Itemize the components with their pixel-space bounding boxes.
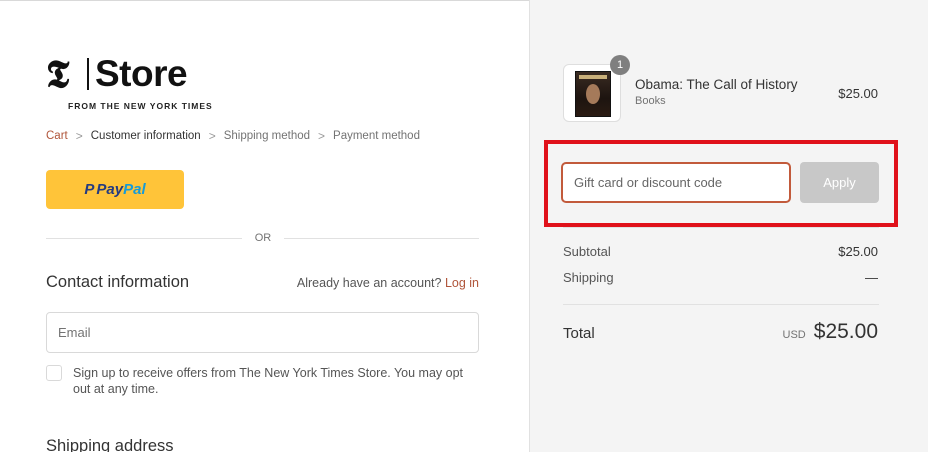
shipping-address-heading: Shipping address — [46, 437, 174, 452]
apply-discount-button[interactable]: Apply — [800, 162, 879, 203]
shipping-value: — — [865, 270, 878, 285]
paypal-button[interactable]: P PayPal — [46, 170, 184, 209]
subtotal-label: Subtotal — [563, 244, 611, 259]
account-prompt: Already have an account? Log in — [297, 276, 479, 290]
quantity-badge: 1 — [610, 55, 630, 75]
subtotal-value: $25.00 — [838, 244, 878, 259]
or-divider-right — [284, 238, 479, 239]
paypal-pay-text: Pay — [96, 181, 124, 198]
chevron-right-icon: > — [208, 129, 216, 143]
account-prompt-text: Already have an account? — [296, 276, 442, 290]
chevron-right-icon: > — [75, 129, 83, 143]
store-logo[interactable]: 𝕿 Store FROM THE NEW YORK TIMES — [46, 55, 226, 115]
chevron-right-icon: > — [318, 129, 326, 143]
currency-code: USD — [782, 329, 806, 341]
breadcrumb-cart[interactable]: Cart — [46, 130, 68, 142]
or-divider-left — [46, 238, 242, 239]
order-summary-sidebar: 1 Obama: The Call of History Books $25.0… — [529, 0, 928, 452]
logo-separator — [87, 58, 89, 90]
product-price: $25.00 — [838, 86, 878, 101]
paypal-pal-text: Pal — [123, 181, 146, 198]
total-amount: $25.00 — [813, 320, 878, 343]
book-cover-icon — [575, 71, 611, 117]
total-price: USD $25.00 — [783, 320, 878, 344]
summary-divider-bottom — [563, 304, 879, 305]
offers-checkbox[interactable] — [46, 365, 62, 381]
nyt-t-logo-icon: 𝕿 — [46, 51, 70, 96]
shipping-label: Shipping — [563, 270, 614, 285]
email-field[interactable] — [46, 312, 479, 353]
or-label: OR — [254, 232, 272, 244]
offers-label: Sign up to receive offers from The New Y… — [73, 366, 464, 396]
product-thumbnail — [563, 64, 621, 122]
paypal-wordmark: PayPal — [96, 181, 145, 198]
summary-divider-top — [563, 227, 879, 228]
logo-wordmark: Store — [95, 53, 188, 94]
breadcrumb-customer-information: Customer information — [90, 130, 201, 142]
product-category: Books — [635, 95, 666, 107]
paypal-icon: P — [84, 181, 95, 198]
logo-subtitle: FROM THE NEW YORK TIMES — [68, 101, 213, 111]
product-name: Obama: The Call of History — [635, 77, 798, 92]
login-link[interactable]: Log in — [445, 276, 479, 290]
contact-information-heading: Contact information — [46, 273, 190, 291]
book-cover-portrait — [586, 84, 600, 104]
breadcrumb-payment-method: Payment method — [333, 130, 420, 142]
total-label: Total — [563, 325, 595, 342]
discount-code-input[interactable] — [561, 162, 791, 203]
main-panel: 𝕿 Store FROM THE NEW YORK TIMES Cart > C… — [0, 0, 529, 452]
breadcrumb: Cart > Customer information > Shipping m… — [46, 129, 420, 143]
book-cover-title-bar — [579, 75, 607, 79]
breadcrumb-shipping-method: Shipping method — [223, 130, 311, 142]
